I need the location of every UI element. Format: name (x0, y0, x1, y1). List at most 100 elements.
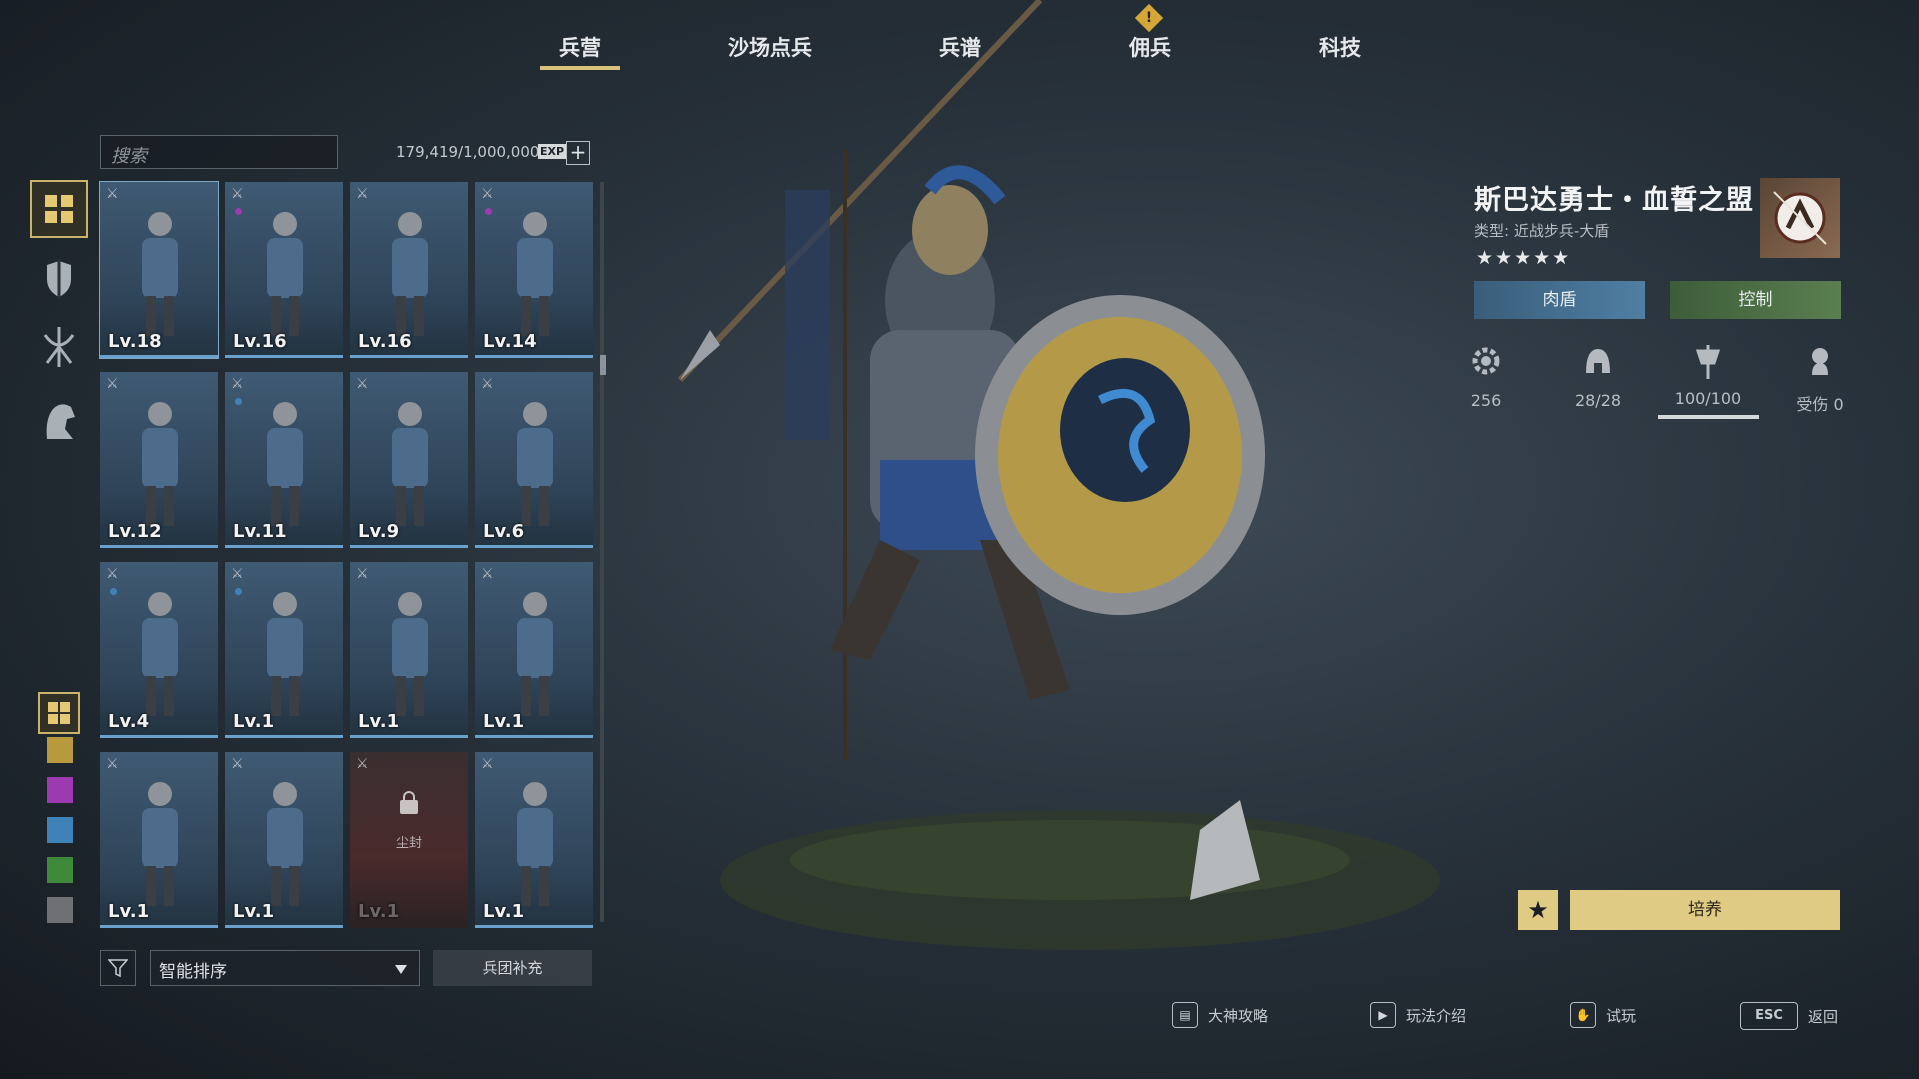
stat-wounded-value: 受伤 0 (1796, 395, 1844, 414)
unit-class-icon: ⚔ (106, 376, 119, 392)
rarity-filter-purple[interactable] (47, 777, 73, 803)
unit-emblem-icon[interactable] (1760, 178, 1840, 258)
footer-back[interactable]: ESC 返回 (1740, 1002, 1838, 1030)
side-nav-all[interactable] (30, 180, 88, 238)
unit-level: Lv.16 (233, 331, 287, 352)
unit-class-icon: ⚔ (356, 376, 369, 392)
unit-card[interactable]: ⚔ Lv.9 (350, 372, 468, 548)
alert-badge: ! (1134, 3, 1164, 33)
tab-tech[interactable]: 科技 (1270, 30, 1410, 70)
unit-card-rarity-bar (100, 925, 218, 928)
footer-guide[interactable]: ▤ 大神攻略 (1172, 1002, 1268, 1028)
unit-level: Lv.4 (108, 711, 150, 732)
unit-card[interactable]: ⚔ Lv.1 (475, 562, 593, 738)
filter-icon (108, 959, 128, 978)
unit-level: Lv.1 (358, 901, 400, 922)
favorite-button[interactable]: ★ (1518, 890, 1558, 930)
esc-key: ESC (1740, 1002, 1798, 1030)
unit-class-icon: ⚔ (356, 566, 369, 582)
wounded-icon (1812, 348, 1828, 375)
unit-card[interactable]: ⚔ Lv.16 (350, 182, 468, 358)
unit-portrait (392, 402, 428, 526)
bow-icon (43, 327, 75, 367)
shield-icon (47, 259, 71, 299)
unit-level: Lv.1 (233, 901, 275, 922)
unit-card[interactable]: ⚔ Lv.1 (100, 752, 218, 928)
sort-dropdown[interactable]: 智能排序 (150, 950, 420, 986)
unit-card-rarity-bar (350, 545, 468, 548)
unit-card-rarity-bar (475, 355, 593, 358)
spartan-emblem (1773, 191, 1827, 245)
unit-card-rarity-bar (225, 545, 343, 548)
footer-how-to-play[interactable]: ▶ 玩法介绍 (1370, 1002, 1466, 1028)
legion-supply-button[interactable]: 兵团补充 (433, 950, 592, 986)
stat-troops: 28/28 (1558, 345, 1638, 410)
unit-card-rarity-bar (100, 355, 218, 358)
unit-portrait (517, 592, 553, 716)
search-input[interactable]: 搜索 (100, 135, 338, 169)
side-nav-cavalry[interactable] (30, 392, 88, 450)
rarity-filter-all[interactable] (38, 692, 80, 734)
exp-tag: EXP (538, 144, 567, 159)
unit-class-icon: ⚔ (356, 186, 369, 202)
unit-class-icon: ⚔ (481, 376, 494, 392)
scrollbar-thumb[interactable] (600, 355, 606, 375)
unit-class-icon: ⚔ (231, 756, 244, 772)
unit-card[interactable]: ⚔ Lv.18 (99, 181, 219, 359)
rarity-filter-green[interactable] (47, 857, 73, 883)
unit-card[interactable]: ⚔ Lv.14 (475, 182, 593, 358)
unit-portrait (267, 212, 303, 336)
unit-card-rarity-bar (475, 925, 593, 928)
unit-card[interactable]: ⚔ Lv.1 (225, 752, 343, 928)
scrollbar-track[interactable] (600, 182, 604, 922)
unit-level: Lv.1 (108, 901, 150, 922)
unit-card-rarity-bar (475, 735, 593, 738)
unit-portrait (142, 782, 178, 906)
stat-morale: 100/100 (1668, 345, 1748, 408)
unit-card[interactable]: ⚔ Lv.16 (225, 182, 343, 358)
footer-guide-label: 大神攻略 (1208, 1006, 1269, 1025)
unit-card[interactable]: ⚔ Lv.6 (475, 372, 593, 548)
exp-counter: 179,419/1,000,000 (396, 143, 540, 161)
tab-troop-codex[interactable]: 兵谱 (890, 30, 1030, 70)
tab-battlefield[interactable]: 沙场点兵 (700, 30, 840, 70)
chevron-down-icon (395, 965, 407, 974)
rarity-filter-gold[interactable] (47, 737, 73, 763)
hero-illustration (677, 0, 1440, 950)
unit-card[interactable]: ⚔ 尘封 Lv.1 (350, 752, 468, 928)
unit-card-rarity-bar (100, 545, 218, 548)
unit-card[interactable]: ⚔ Lv.1 (475, 752, 593, 928)
helmet-icon (1586, 349, 1610, 373)
tab-barracks[interactable]: 兵营 (510, 30, 650, 70)
role-control-tag: 控制 (1670, 281, 1841, 319)
unit-card[interactable]: ⚔ Lv.11 (225, 372, 343, 548)
rarity-filter-blue[interactable] (47, 817, 73, 843)
cultivate-button[interactable]: 培养 (1570, 890, 1840, 930)
unit-portrait (517, 402, 553, 526)
unit-card[interactable]: ⚔ Lv.1 (225, 562, 343, 738)
unit-class-icon: ⚔ (481, 566, 494, 582)
footer-trial[interactable]: ✋ 试玩 (1570, 1002, 1636, 1028)
side-nav-ranged[interactable] (30, 318, 88, 376)
unit-level: Lv.18 (108, 331, 162, 352)
unit-class-icon: ⚔ (356, 756, 369, 772)
unit-card[interactable]: ⚔ Lv.1 (350, 562, 468, 738)
stat-wounded: 受伤 0 (1780, 345, 1860, 415)
rarity-filter-gray[interactable] (47, 897, 73, 923)
unit-card-rarity-bar (225, 925, 343, 928)
unit-class-icon: ⚔ (231, 376, 244, 392)
side-nav-infantry[interactable] (30, 250, 88, 308)
filter-button[interactable] (100, 950, 136, 986)
unit-card[interactable]: ⚔ Lv.4 (100, 562, 218, 738)
unit-portrait (392, 592, 428, 716)
add-exp-button[interactable]: + (566, 141, 590, 165)
unit-card-rarity-bar (350, 735, 468, 738)
guide-icon: ▤ (1172, 1002, 1198, 1028)
rarity-dot (235, 208, 242, 215)
unit-card[interactable]: ⚔ Lv.12 (100, 372, 218, 548)
rarity-dot (110, 588, 117, 595)
banner-icon (1695, 345, 1721, 379)
rarity-dot (235, 588, 242, 595)
tab-mercenary[interactable]: 佣兵 (1080, 30, 1220, 70)
hand-icon: ✋ (1570, 1002, 1596, 1028)
